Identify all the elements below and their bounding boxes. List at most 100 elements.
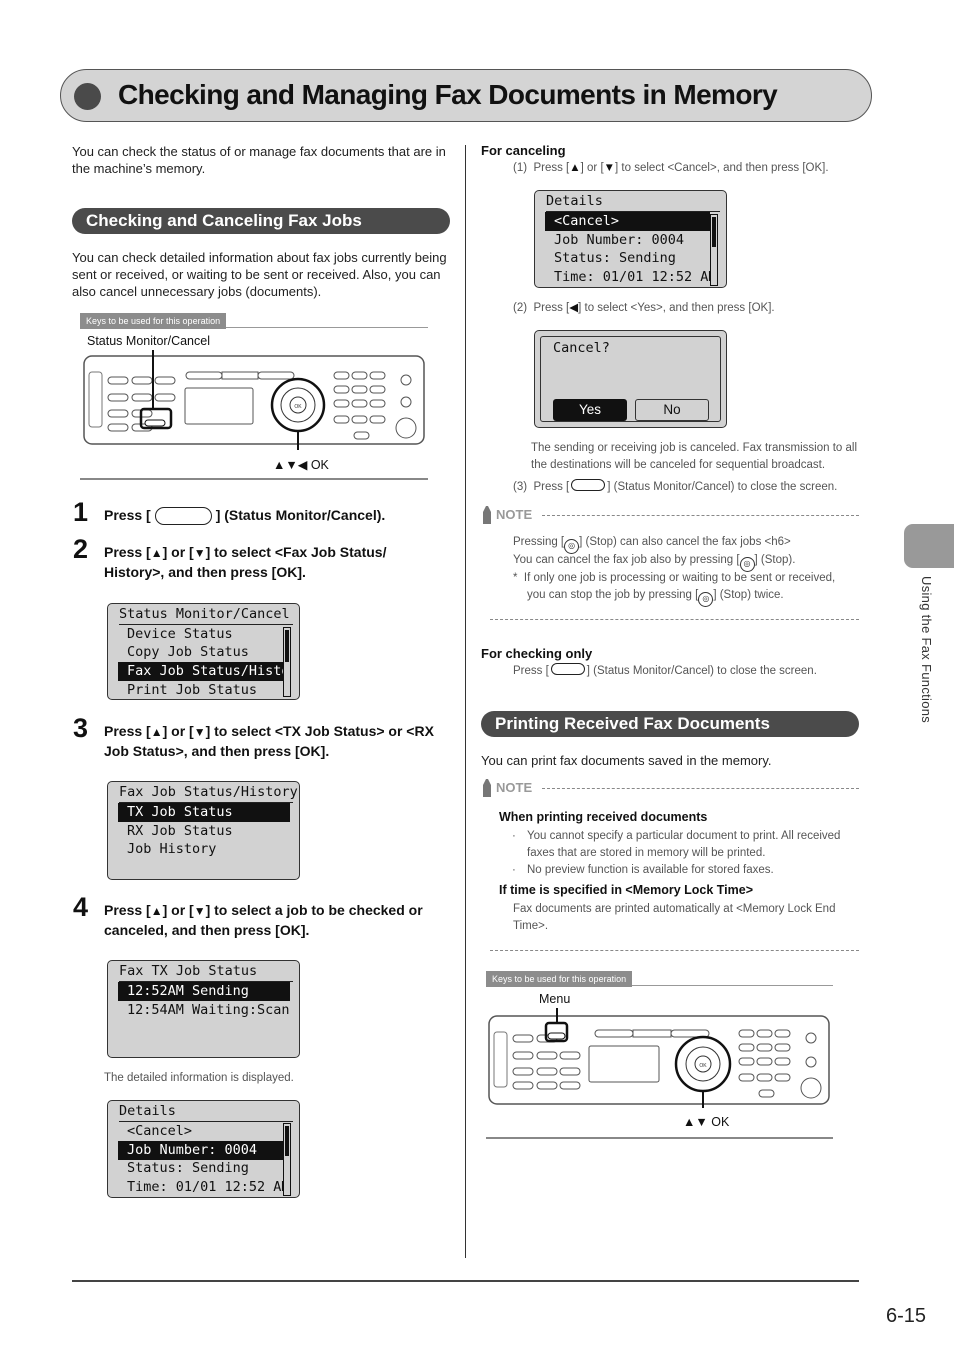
- title-bullet-icon: [74, 83, 101, 110]
- note-end-dash-line: [490, 950, 859, 951]
- note-text: You can cancel the fax job also by press…: [513, 554, 740, 566]
- step-text-part: ] or [: [162, 902, 194, 918]
- lcd-row: <Cancel>: [127, 1123, 193, 1139]
- lcd-details-cancel: Details <Cancel> Job Number: 0004 Status…: [534, 190, 727, 288]
- cancel-substep-2: (2) Press [◀] to select <Yes>, and then …: [513, 300, 775, 317]
- page-title-banner: Checking and Managing Fax Documents in M…: [60, 69, 872, 122]
- step-3-text: Press [▲] or [▼] to select <TX Job Statu…: [104, 722, 434, 761]
- section-heading-checking: Checking and Canceling Fax Jobs: [72, 208, 450, 234]
- note-end-dash-line: [490, 619, 859, 620]
- lcd-row: Status: Sending: [554, 250, 676, 266]
- lcd-row-selected: TX Job Status: [118, 803, 290, 822]
- status-monitor-callout: Status Monitor/Cancel: [87, 334, 210, 348]
- substep-text: Press [: [533, 481, 570, 493]
- up-arrow-icon: ▲: [569, 162, 581, 174]
- step-text-part: Press [: [104, 723, 151, 739]
- lcd-row: Job History: [127, 841, 217, 857]
- step-text-part: ] or [: [162, 723, 194, 739]
- bullet-text: No preview function is available for sto…: [527, 864, 774, 876]
- step-text-part: ] (Status Monitor/Cancel).: [215, 507, 386, 523]
- keys-header: Keys to be used for this operation: [486, 969, 833, 987]
- substep-text: ] to select <Yes>, and then press [OK].: [578, 302, 775, 314]
- note1-line4: you can stop the job by pressing [◎] (St…: [527, 587, 784, 607]
- section-heading-printing: Printing Received Fax Documents: [481, 711, 859, 737]
- up-arrow-icon: ▲: [150, 725, 163, 739]
- keys-footer-rule: [80, 478, 428, 480]
- bullet-dot: ·: [512, 830, 516, 842]
- pencil-note-icon: [483, 506, 491, 524]
- lcd-scrollbar: [283, 1123, 291, 1196]
- down-arrow-icon: ▼: [193, 546, 206, 560]
- lcd-scrollbar: [710, 214, 718, 286]
- step-4-text: Press [▲] or [▼] to select a job to be c…: [104, 901, 423, 940]
- step-2-text: Press [▲] or [▼] to select <Fax Job Stat…: [104, 543, 386, 582]
- lcd-fax-job-history: Fax Job Status/History TX Job Status RX …: [107, 781, 300, 880]
- down-arrow-icon: ▼: [193, 725, 206, 739]
- step-text-part: Press [: [104, 507, 151, 523]
- note-subheading: When printing received documents: [499, 810, 708, 824]
- note-header: NOTE: [482, 506, 859, 524]
- lcd-row-selected: 12:52AM Sending: [118, 982, 290, 1001]
- arrow-ok-callout: ▲▼ OK: [683, 1115, 730, 1129]
- cancel-result-text: The sending or receiving job is canceled…: [531, 442, 857, 471]
- step-text-part: Press [: [104, 902, 151, 918]
- ok-key-label: OK: [294, 404, 302, 410]
- note-label: NOTE: [496, 507, 533, 522]
- for-checking-text: Press [] (Status Monitor/Cancel) to clos…: [513, 663, 817, 680]
- lcd-row-selected: Fax Job Status/Histo: [118, 662, 283, 681]
- stop-key-icon: ◎: [698, 592, 714, 607]
- lcd-row: RX Job Status: [127, 823, 233, 839]
- lcd-status-monitor: Status Monitor/Cancel Device Status Copy…: [107, 603, 300, 700]
- left-arrow-icon: ◀: [569, 302, 579, 314]
- keys-label: Keys to be used for this operation: [486, 971, 633, 987]
- lcd-title: Fax TX Job Status: [119, 962, 293, 982]
- note1-bullet: * If only one job is processing or waiti…: [513, 570, 835, 587]
- step-number: 2: [73, 534, 89, 564]
- status-monitor-key-icon: [154, 507, 212, 526]
- arrow-ok-callout: ▲▼◀ OK: [273, 458, 329, 472]
- note-dash-line: [542, 788, 859, 789]
- note-header: NOTE: [482, 779, 859, 797]
- note-label: NOTE: [496, 780, 533, 795]
- step-text-part: ] or [: [162, 544, 194, 560]
- lcd-row: Time: 01/01 12:52 AM: [127, 1179, 285, 1195]
- note-bullet-item: · You cannot specify a particular docume…: [512, 828, 857, 862]
- chapter-tab[interactable]: [904, 524, 954, 568]
- memory-lock-text: Fax documents are printed automatically …: [513, 903, 836, 932]
- footer-rule: [72, 1280, 859, 1282]
- step-text-part: Press [: [104, 544, 151, 560]
- substep-number: (1): [513, 162, 528, 174]
- substep-text: ] or [: [580, 162, 604, 174]
- bullet-dot: ·: [512, 864, 516, 876]
- keys-label: Keys to be used for this operation: [80, 313, 227, 329]
- note-text: ] (Stop) twice.: [713, 589, 784, 601]
- keys-footer-rule: [486, 1137, 833, 1139]
- note-dash-line: [542, 515, 859, 516]
- up-arrow-icon: ▲: [150, 546, 163, 560]
- substep-text: ] to select <Cancel>, and then press [OK…: [615, 162, 829, 174]
- no-button[interactable]: No: [635, 399, 709, 421]
- lcd-prompt: Cancel?: [553, 340, 610, 356]
- step-text-part: ] to select <TX Job Status> or <RX: [205, 723, 434, 739]
- bullet-text: You cannot specify a particular document…: [527, 830, 841, 859]
- lcd-scrollbar: [283, 627, 291, 697]
- down-arrow-icon: ▼: [603, 162, 616, 174]
- yes-button[interactable]: Yes: [553, 399, 627, 421]
- keys-header: Keys to be used for this operation: [80, 311, 428, 329]
- step-number: 1: [73, 497, 89, 527]
- lcd-row: Time: 01/01 12:52 AM: [554, 269, 712, 285]
- lcd-title: Fax Job Status/History: [119, 783, 298, 803]
- menu-callout: Menu: [539, 992, 571, 1006]
- step-text-part: ] to select <Fax Job Status/: [205, 544, 387, 560]
- ok-key-label: OK: [699, 1063, 707, 1069]
- cancel-substep-1: (1) Press [▲] or [▼] to select <Cancel>,…: [513, 160, 829, 177]
- substep-number: (2): [513, 302, 528, 314]
- note1-line2: You can cancel the fax job also by press…: [513, 552, 795, 572]
- section1-description: You can check detailed information about…: [72, 250, 447, 299]
- step-1-text: Press [ ] (Status Monitor/Cancel).: [104, 506, 386, 526]
- lcd-details-job-number: Details <Cancel> Job Number: 0004 Status…: [107, 1100, 300, 1198]
- lcd-row-selected: Job Number: 0004: [118, 1141, 283, 1160]
- pencil-note-icon: [483, 779, 491, 797]
- status-monitor-key-icon: [550, 663, 585, 675]
- note-text: ] (Stop) can also cancel the fax jobs <h…: [579, 536, 791, 548]
